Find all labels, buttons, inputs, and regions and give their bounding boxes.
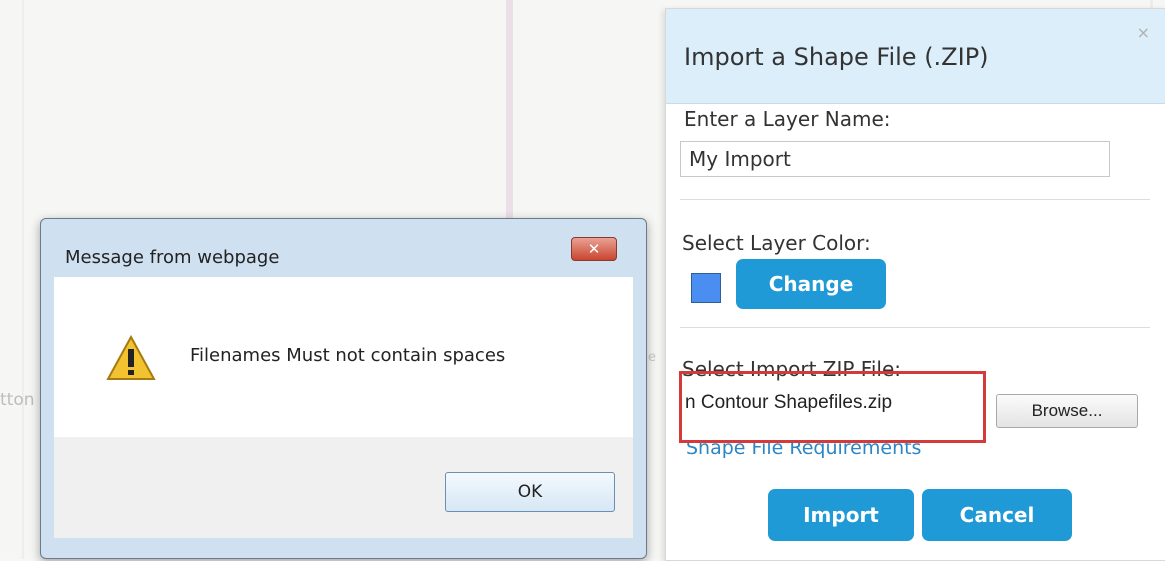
close-icon[interactable]: × <box>1137 23 1150 42</box>
dialog-close-button[interactable]: ✕ <box>571 237 617 261</box>
change-color-button[interactable]: Change <box>736 259 886 309</box>
layer-name-input[interactable] <box>680 141 1110 177</box>
panel-header: Import a Shape File (.ZIP) × <box>666 9 1165 104</box>
divider <box>680 199 1150 200</box>
dialog-body: Filenames Must not contain spaces <box>54 277 633 437</box>
dialog-message: Filenames Must not contain spaces <box>190 345 506 366</box>
map-label: e <box>648 350 656 365</box>
layer-name-label: Enter a Layer Name: <box>684 107 891 131</box>
import-button[interactable]: Import <box>768 489 914 541</box>
message-dialog: Message from webpage ✕ Filenames Must no… <box>40 218 647 559</box>
ok-button[interactable]: OK <box>445 472 615 512</box>
divider <box>680 327 1150 328</box>
layer-color-label: Select Layer Color: <box>682 231 871 255</box>
browse-button[interactable]: Browse... <box>996 394 1138 428</box>
map-road <box>506 0 513 225</box>
warning-icon <box>106 335 156 380</box>
highlight-box <box>679 371 986 443</box>
color-swatch[interactable] <box>691 273 721 303</box>
map-road <box>22 0 24 559</box>
cancel-button[interactable]: Cancel <box>922 489 1072 541</box>
import-shapefile-panel: Import a Shape File (.ZIP) × Enter a Lay… <box>665 8 1165 561</box>
dialog-title: Message from webpage <box>65 247 280 268</box>
panel-title: Import a Shape File (.ZIP) <box>684 43 989 71</box>
dialog-footer: OK <box>54 437 633 538</box>
map-label: tton <box>0 390 35 410</box>
